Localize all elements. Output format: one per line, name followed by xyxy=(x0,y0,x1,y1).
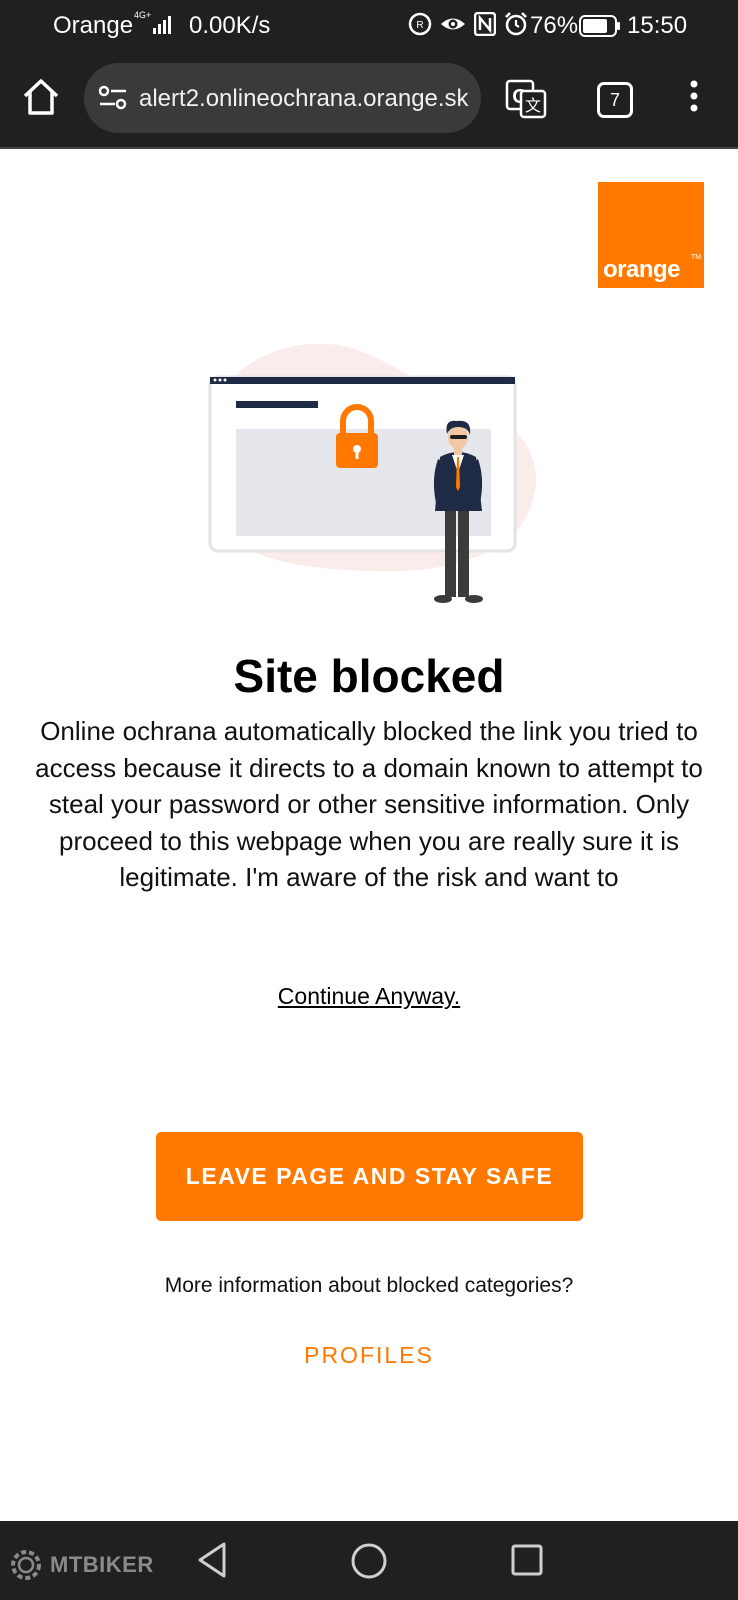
leave-page-button[interactable]: LEAVE PAGE AND STAY SAFE xyxy=(156,1132,583,1221)
logo-text: orange xyxy=(603,256,681,283)
warning-message: Online ochrana automatically blocked the… xyxy=(35,716,703,892)
clock: 15:50 xyxy=(627,12,688,39)
nfc-icon xyxy=(474,12,496,36)
svg-text:R: R xyxy=(416,20,423,31)
address-bar[interactable]: alert2.onlineochrana.orange.sk xyxy=(84,63,481,133)
network-type: 4G+ xyxy=(134,10,152,20)
blocked-page: orange TM Site blocked Online ochrana au… xyxy=(0,149,738,1521)
page-title: Site blocked xyxy=(233,650,505,702)
home-icon[interactable] xyxy=(20,76,62,118)
profiles-link[interactable]: PROFILES xyxy=(0,1342,738,1369)
back-icon[interactable] xyxy=(196,1541,228,1579)
watermark: MTBIKER xyxy=(8,1547,154,1583)
logo-tm: TM xyxy=(691,254,702,261)
system-nav-bar: MTBIKER xyxy=(0,1521,738,1600)
eye-icon xyxy=(441,18,465,30)
browser-toolbar: alert2.onlineochrana.orange.sk G 文 7 xyxy=(0,52,738,149)
more-info-text: More information about blocked categorie… xyxy=(164,1274,574,1297)
blocked-site-illustration xyxy=(208,343,537,603)
tab-switcher-button[interactable]: 7 xyxy=(597,82,633,118)
status-bar: Orange 4G+ 0.00K/s R 76% 15:50 xyxy=(0,0,738,52)
nfc-alt-icon: R xyxy=(408,12,432,36)
url-text[interactable]: alert2.onlineochrana.orange.sk xyxy=(139,85,469,113)
orange-logo: orange TM xyxy=(598,182,704,288)
home-nav-icon[interactable] xyxy=(350,1542,388,1580)
recent-apps-icon[interactable] xyxy=(510,1543,544,1577)
battery-icon xyxy=(579,15,620,37)
translate-icon[interactable]: G 文 xyxy=(505,79,547,119)
watermark-text: MTBIKER xyxy=(50,1552,154,1577)
continue-anyway-link[interactable]: Continue Anyway. xyxy=(0,983,738,1010)
carrier-name: Orange xyxy=(53,12,134,39)
signal-icon xyxy=(153,16,171,34)
alarm-icon xyxy=(505,12,527,36)
gear-icon xyxy=(11,1550,41,1580)
overflow-menu-icon[interactable] xyxy=(688,79,700,115)
status-icons: R xyxy=(408,12,528,36)
data-speed: 0.00K/s xyxy=(189,12,271,39)
site-settings-icon[interactable] xyxy=(98,85,128,111)
battery-percent: 76% xyxy=(530,12,579,39)
svg-text:文: 文 xyxy=(525,96,541,115)
